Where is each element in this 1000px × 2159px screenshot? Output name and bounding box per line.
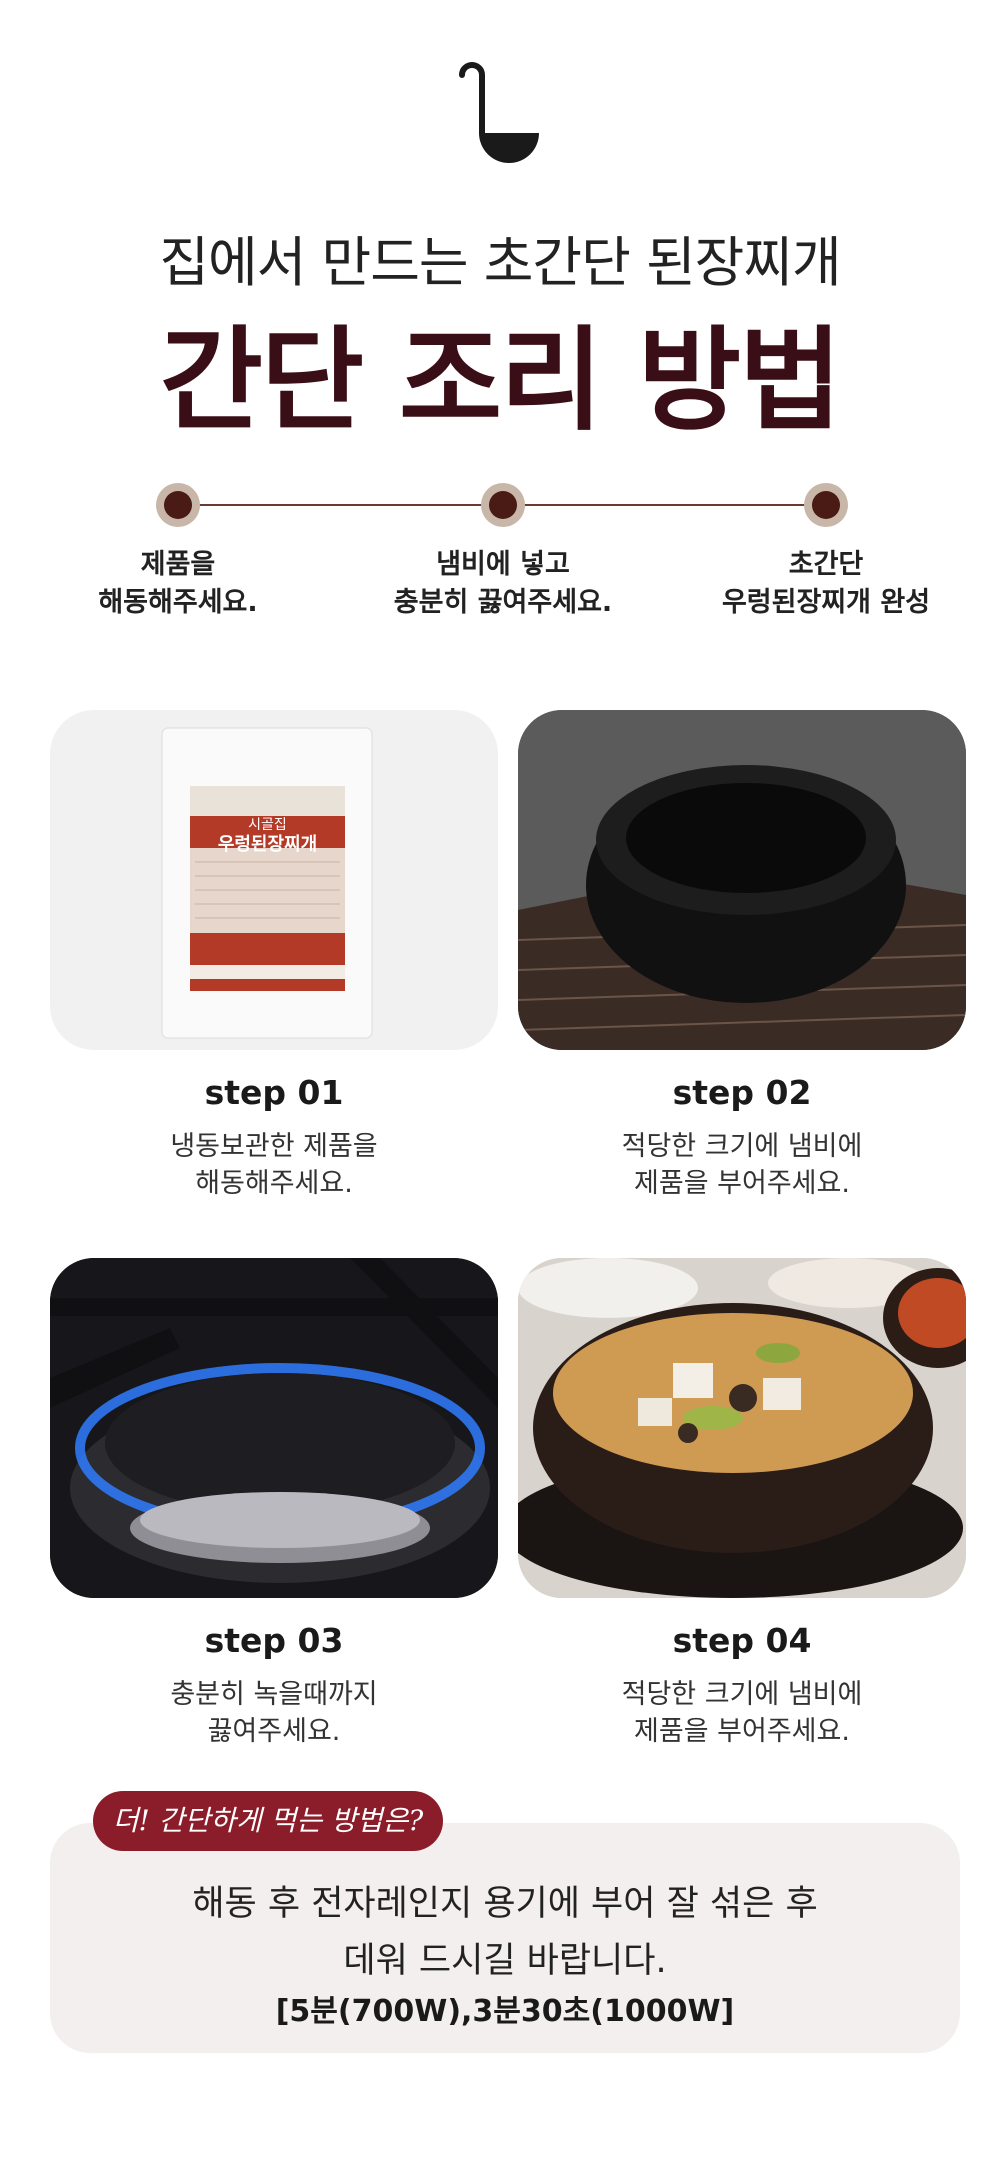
timeline-dot [156,483,200,527]
step-description: 적당한 크기에 냄비에 제품을 부어주세요. [518,1128,966,1202]
burner-image [50,1258,498,1598]
pot-illustration [518,710,966,1050]
gas-burner-illustration [50,1258,498,1598]
step-description: 적당한 크기에 냄비에 제품을 부어주세요. [518,1676,966,1750]
step-title: step 02 [672,1073,812,1112]
timeline-dot [804,483,848,527]
stew-illustration [518,1258,966,1598]
timeline-label: 냄비에 넣고 충분히 끓여주세요. [343,546,663,622]
timeline-label-line: 해동해주세요. [98,587,258,618]
tip-text-line: 데워 드시길 바랍니다. [343,1941,667,1981]
stew-image [518,1258,966,1598]
timeline-label-line: 냄비에 넣고 [436,549,570,580]
timeline-dot [481,483,525,527]
step-title: step 01 [204,1073,344,1112]
pot-image [518,710,966,1050]
product-image: 시골집 우렁된장찌개 [50,710,498,1050]
step-description-line: 냉동보관한 제품을 [170,1131,378,1162]
page-title: 간단 조리 방법 [159,315,842,446]
step-description-line: 제품을 부어주세요. [634,1716,850,1747]
product-name: 우렁된장찌개 [217,834,318,855]
step-description-line: 적당한 크기에 냄비에 [621,1679,863,1710]
step-title: step 04 [672,1621,812,1660]
tip-text-line: 해동 후 전자레인지 용기에 부어 잘 섞은 후 [192,1884,818,1924]
step-description-line: 끓여주세요. [207,1716,341,1747]
timeline-label: 제품을 해동해주세요. [18,546,338,622]
step-description-line: 해동해주세요. [195,1168,353,1199]
step-description: 냉동보관한 제품을 해동해주세요. [50,1128,498,1202]
ladle-icon [459,62,539,163]
timeline-label: 초간단 우렁된장찌개 완성 [666,546,986,622]
step-description-line: 적당한 크기에 냄비에 [621,1131,863,1162]
timeline-label-line: 초간단 [788,549,864,580]
timeline-label-line: 제품을 [140,549,216,580]
page-subtitle: 집에서 만드는 초간단 된장찌개 [159,231,841,294]
step-description-line: 제품을 부어주세요. [634,1168,850,1199]
step-title: step 03 [204,1621,344,1660]
timeline-label-line: 우렁된장찌개 완성 [721,587,931,618]
timeline-label-line: 충분히 끓여주세요. [393,587,613,618]
step-description-line: 충분히 녹을때까지 [170,1679,378,1710]
tip-power-times: [5분(700W),3분30초(1000W] [275,1994,735,2029]
product-pouch-illustration [161,727,373,1039]
tip-badge: 더! 간단하게 먹는 방법은? [93,1791,443,1851]
step-description: 충분히 녹을때까지 끓여주세요. [50,1676,498,1750]
